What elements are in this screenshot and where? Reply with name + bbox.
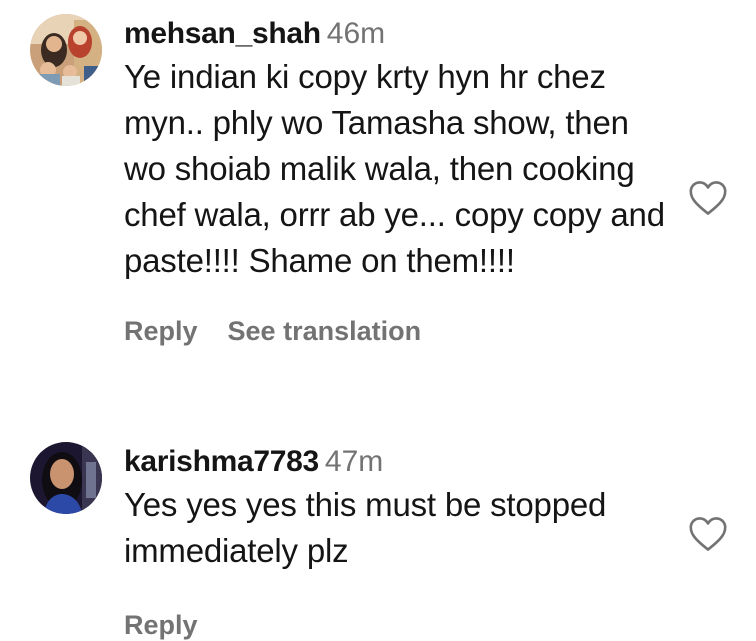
timestamp: 46m <box>326 17 386 50</box>
avatar[interactable] <box>30 442 102 514</box>
reply-button[interactable]: Reply <box>124 316 198 346</box>
username[interactable]: karishma7783 <box>124 445 319 478</box>
comment-text: Yes yes yes this must be stopped immedia… <box>124 486 607 569</box>
heart-outline-icon[interactable] <box>688 516 728 552</box>
comment-body: karishma7783 47m Yes yes yes this must be… <box>124 442 676 641</box>
timestamp: 47m <box>324 445 384 478</box>
comment-item: mehsan_shah 46m Ye indian ki copy krty hy… <box>0 0 756 420</box>
heart-outline-icon[interactable] <box>688 180 728 216</box>
comment-meta: mehsan_shah 46m <box>124 14 676 54</box>
username[interactable]: mehsan_shah <box>124 17 321 50</box>
comment-actions: Reply <box>124 610 676 641</box>
see-translation-button[interactable]: See translation <box>228 316 422 346</box>
comment-body: mehsan_shah 46m Ye indian ki copy krty hy… <box>124 14 676 347</box>
comment-actions: Reply See translation <box>124 316 676 347</box>
avatar[interactable] <box>30 14 102 86</box>
avatar-image <box>30 14 102 86</box>
comment-meta: karishma7783 47m <box>124 442 676 482</box>
comment-item: karishma7783 47m Yes yes yes this must be… <box>0 420 756 640</box>
avatar-image <box>30 442 102 514</box>
comment-text: Ye indian ki copy krty hyn hr chez myn..… <box>124 58 665 279</box>
